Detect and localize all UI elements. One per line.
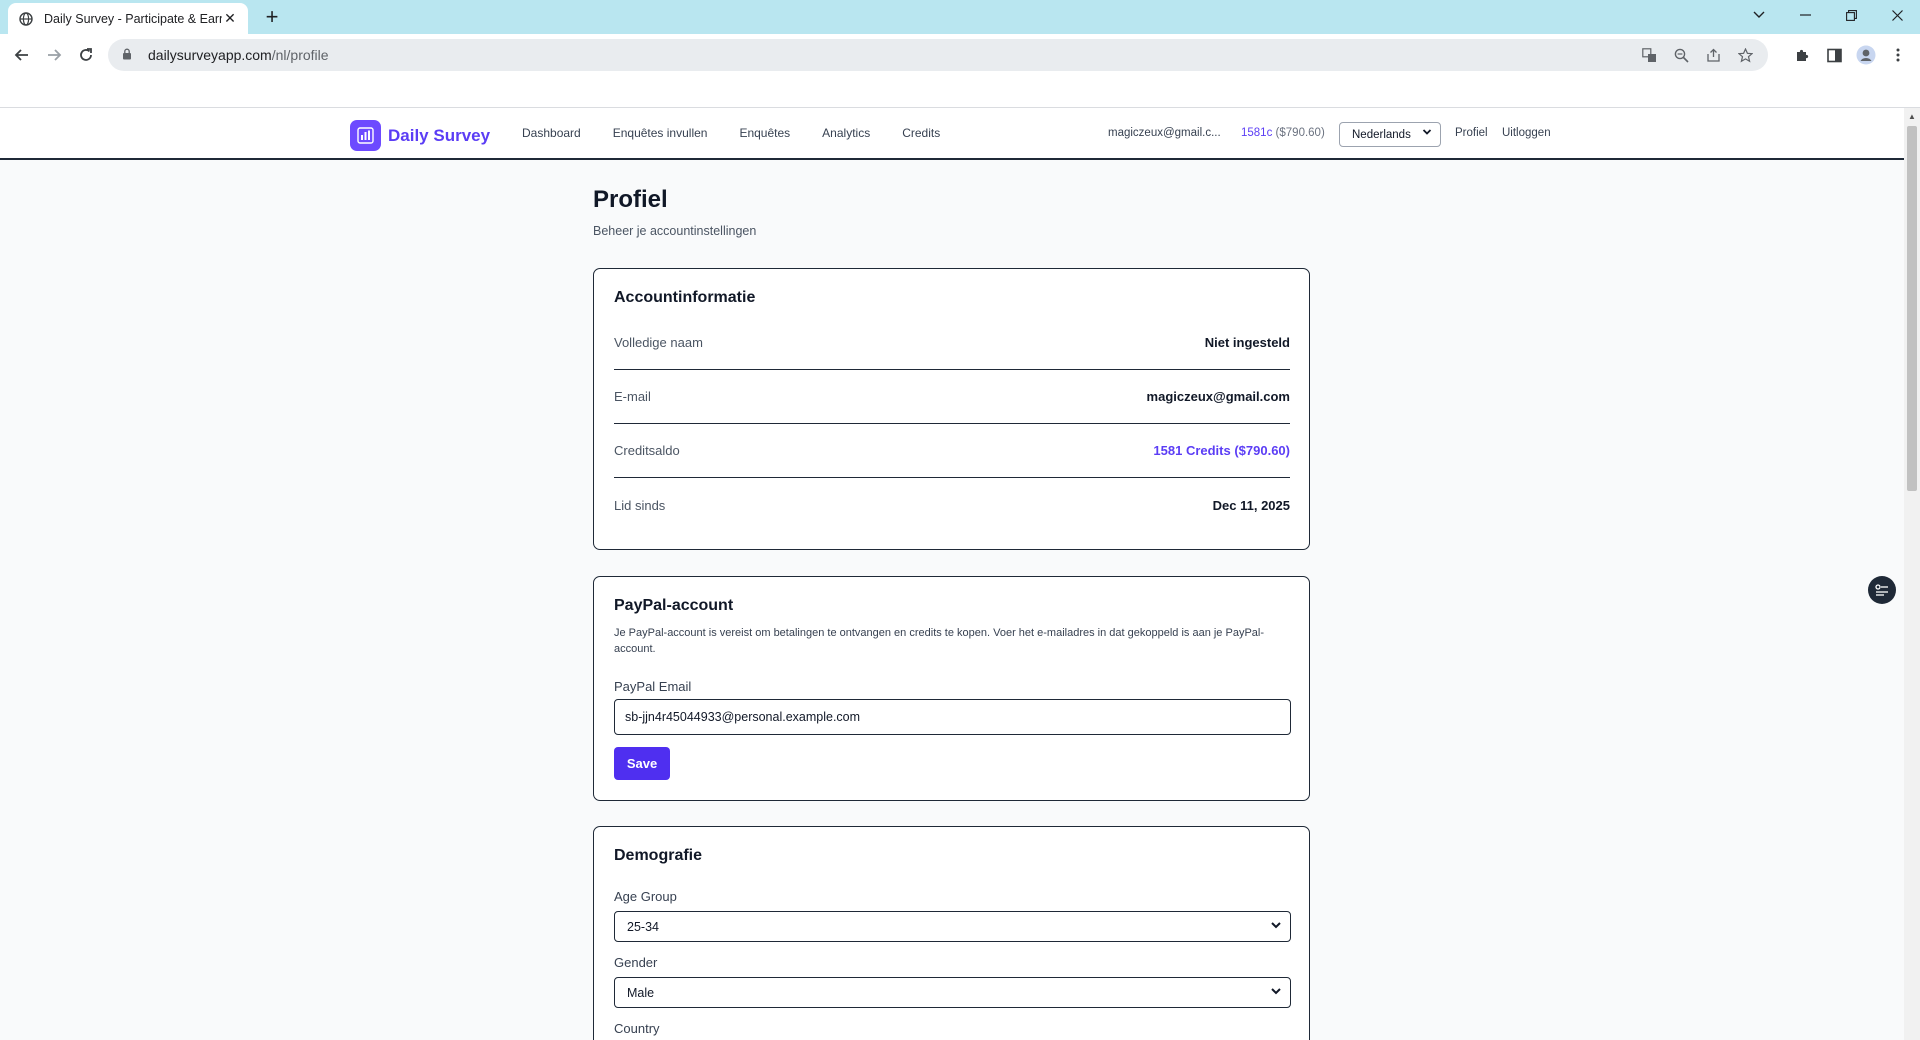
browser-tab-bar: Daily Survey - Participate & Earn ✕ + [0, 0, 1920, 34]
main-nav: Dashboard Enquêtes invullen Enquêtes Ana… [522, 126, 940, 140]
account-info-card: Accountinformatie Volledige naam Niet in… [593, 268, 1310, 550]
header-credits: 1581c ($790.60) [1241, 127, 1325, 139]
chevron-down-icon [1270, 919, 1282, 934]
email-label: E-mail [614, 389, 651, 404]
brand-logo[interactable]: Daily Survey [350, 120, 490, 151]
chevron-down-icon [1270, 985, 1282, 1000]
logout-link[interactable]: Uitloggen [1502, 127, 1551, 139]
address-bar[interactable]: dailysurveyapp.com/nl/profile [108, 39, 1768, 71]
forward-arrow-icon[interactable] [42, 43, 66, 67]
demographics-title: Demografie [614, 847, 703, 864]
nav-credits[interactable]: Credits [902, 126, 940, 140]
info-row-member-since: Lid sinds Dec 11, 2025 [614, 478, 1290, 532]
browser-tab[interactable]: Daily Survey - Participate & Earn ✕ [8, 3, 248, 34]
bar-chart-icon [350, 120, 381, 151]
save-button[interactable]: Save [614, 747, 670, 780]
brand-name: Daily Survey [388, 125, 491, 145]
paypal-title: PayPal-account [614, 597, 734, 614]
info-row-full-name: Volledige naam Niet ingesteld [614, 316, 1290, 370]
bookmark-star-icon[interactable] [1736, 46, 1754, 64]
site-header: Daily Survey Dashboard Enquêtes invullen… [0, 108, 1904, 160]
browser-menu-icon[interactable] [1887, 44, 1909, 66]
demographics-card: Demografie Age Group 25-34 Gender Male C… [593, 826, 1310, 1040]
back-arrow-icon[interactable] [10, 43, 34, 67]
paypal-card: PayPal-account Je PayPal-account is vere… [593, 576, 1310, 801]
header-user-email: magiczeux@gmail.c... [1108, 127, 1221, 139]
email-value: magiczeux@gmail.com [1146, 389, 1290, 404]
floating-widget-button[interactable] [1868, 576, 1896, 604]
zoom-icon[interactable] [1672, 46, 1690, 64]
age-group-value: 25-34 [627, 919, 659, 934]
side-panel-icon[interactable] [1823, 44, 1845, 66]
bookmarks-bar [0, 76, 1920, 108]
info-row-credit-balance: Creditsaldo 1581 Credits ($790.60) [614, 424, 1290, 478]
restore-icon[interactable] [1828, 0, 1874, 30]
tab-title: Daily Survey - Participate & Earn [44, 11, 222, 26]
age-group-label: Age Group [614, 889, 677, 904]
account-info-title: Accountinformatie [614, 289, 756, 306]
info-row-email: E-mail magiczeux@gmail.com [614, 370, 1290, 424]
gender-select[interactable]: Male [614, 977, 1291, 1008]
paypal-description: Je PayPal-account is vereist om betaling… [614, 627, 1264, 655]
reload-icon[interactable] [74, 43, 98, 67]
credit-balance-value[interactable]: 1581 Credits ($790.60) [1153, 443, 1290, 458]
age-group-select[interactable]: 25-34 [614, 911, 1291, 942]
gender-value: Male [627, 985, 655, 1000]
scroll-up-icon[interactable]: ▲ [1908, 112, 1916, 121]
tab-close-icon[interactable]: ✕ [222, 10, 238, 27]
minimize-icon[interactable] [1782, 0, 1828, 30]
scrollbar-thumb[interactable] [1907, 126, 1917, 491]
window-close-icon[interactable] [1874, 0, 1920, 30]
member-since-label: Lid sinds [614, 497, 666, 513]
paypal-email-label: PayPal Email [614, 679, 692, 694]
lock-icon [122, 48, 136, 63]
new-tab-button[interactable]: + [260, 5, 284, 29]
profile-link[interactable]: Profiel [1455, 127, 1488, 139]
header-credits-usd: ($790.60) [1275, 127, 1325, 139]
list-toggle-icon [1875, 584, 1888, 596]
nav-dashboard[interactable]: Dashboard [522, 126, 581, 140]
credit-balance-label: Creditsaldo [614, 443, 680, 458]
chevron-down-icon [1422, 127, 1432, 140]
share-icon[interactable] [1704, 46, 1722, 64]
page-title: Profiel [593, 186, 668, 213]
url-domain: dailysurveyapp.com [148, 47, 272, 63]
page-scrollbar[interactable]: ▲ [1904, 108, 1920, 1040]
tab-search-icon[interactable] [1736, 0, 1782, 30]
full-name-label: Volledige naam [614, 335, 703, 350]
url-path: /nl/profile [271, 47, 329, 63]
nav-analytics[interactable]: Analytics [822, 126, 870, 140]
nav-enquetes[interactable]: Enquêtes [739, 126, 790, 140]
language-value: Nederlands [1352, 128, 1411, 141]
full-name-value: Niet ingesteld [1204, 335, 1290, 350]
country-label: Country [614, 1021, 660, 1036]
globe-icon [18, 11, 34, 27]
language-select[interactable]: Nederlands [1339, 122, 1441, 147]
browser-toolbar: dailysurveyapp.com/nl/profile [0, 34, 1920, 76]
translate-icon[interactable] [1640, 46, 1658, 64]
page-subtitle: Beheer je accountinstellingen [593, 224, 757, 238]
paypal-email-input[interactable] [614, 699, 1291, 735]
header-credits-count: 1581c [1241, 127, 1273, 139]
nav-enquetes-invullen[interactable]: Enquêtes invullen [613, 126, 708, 140]
extensions-puzzle-icon[interactable] [1791, 44, 1813, 66]
profile-avatar-icon[interactable] [1855, 44, 1877, 66]
gender-label: Gender [614, 955, 658, 970]
member-since-value: Dec 11, 2025 [1212, 497, 1290, 513]
